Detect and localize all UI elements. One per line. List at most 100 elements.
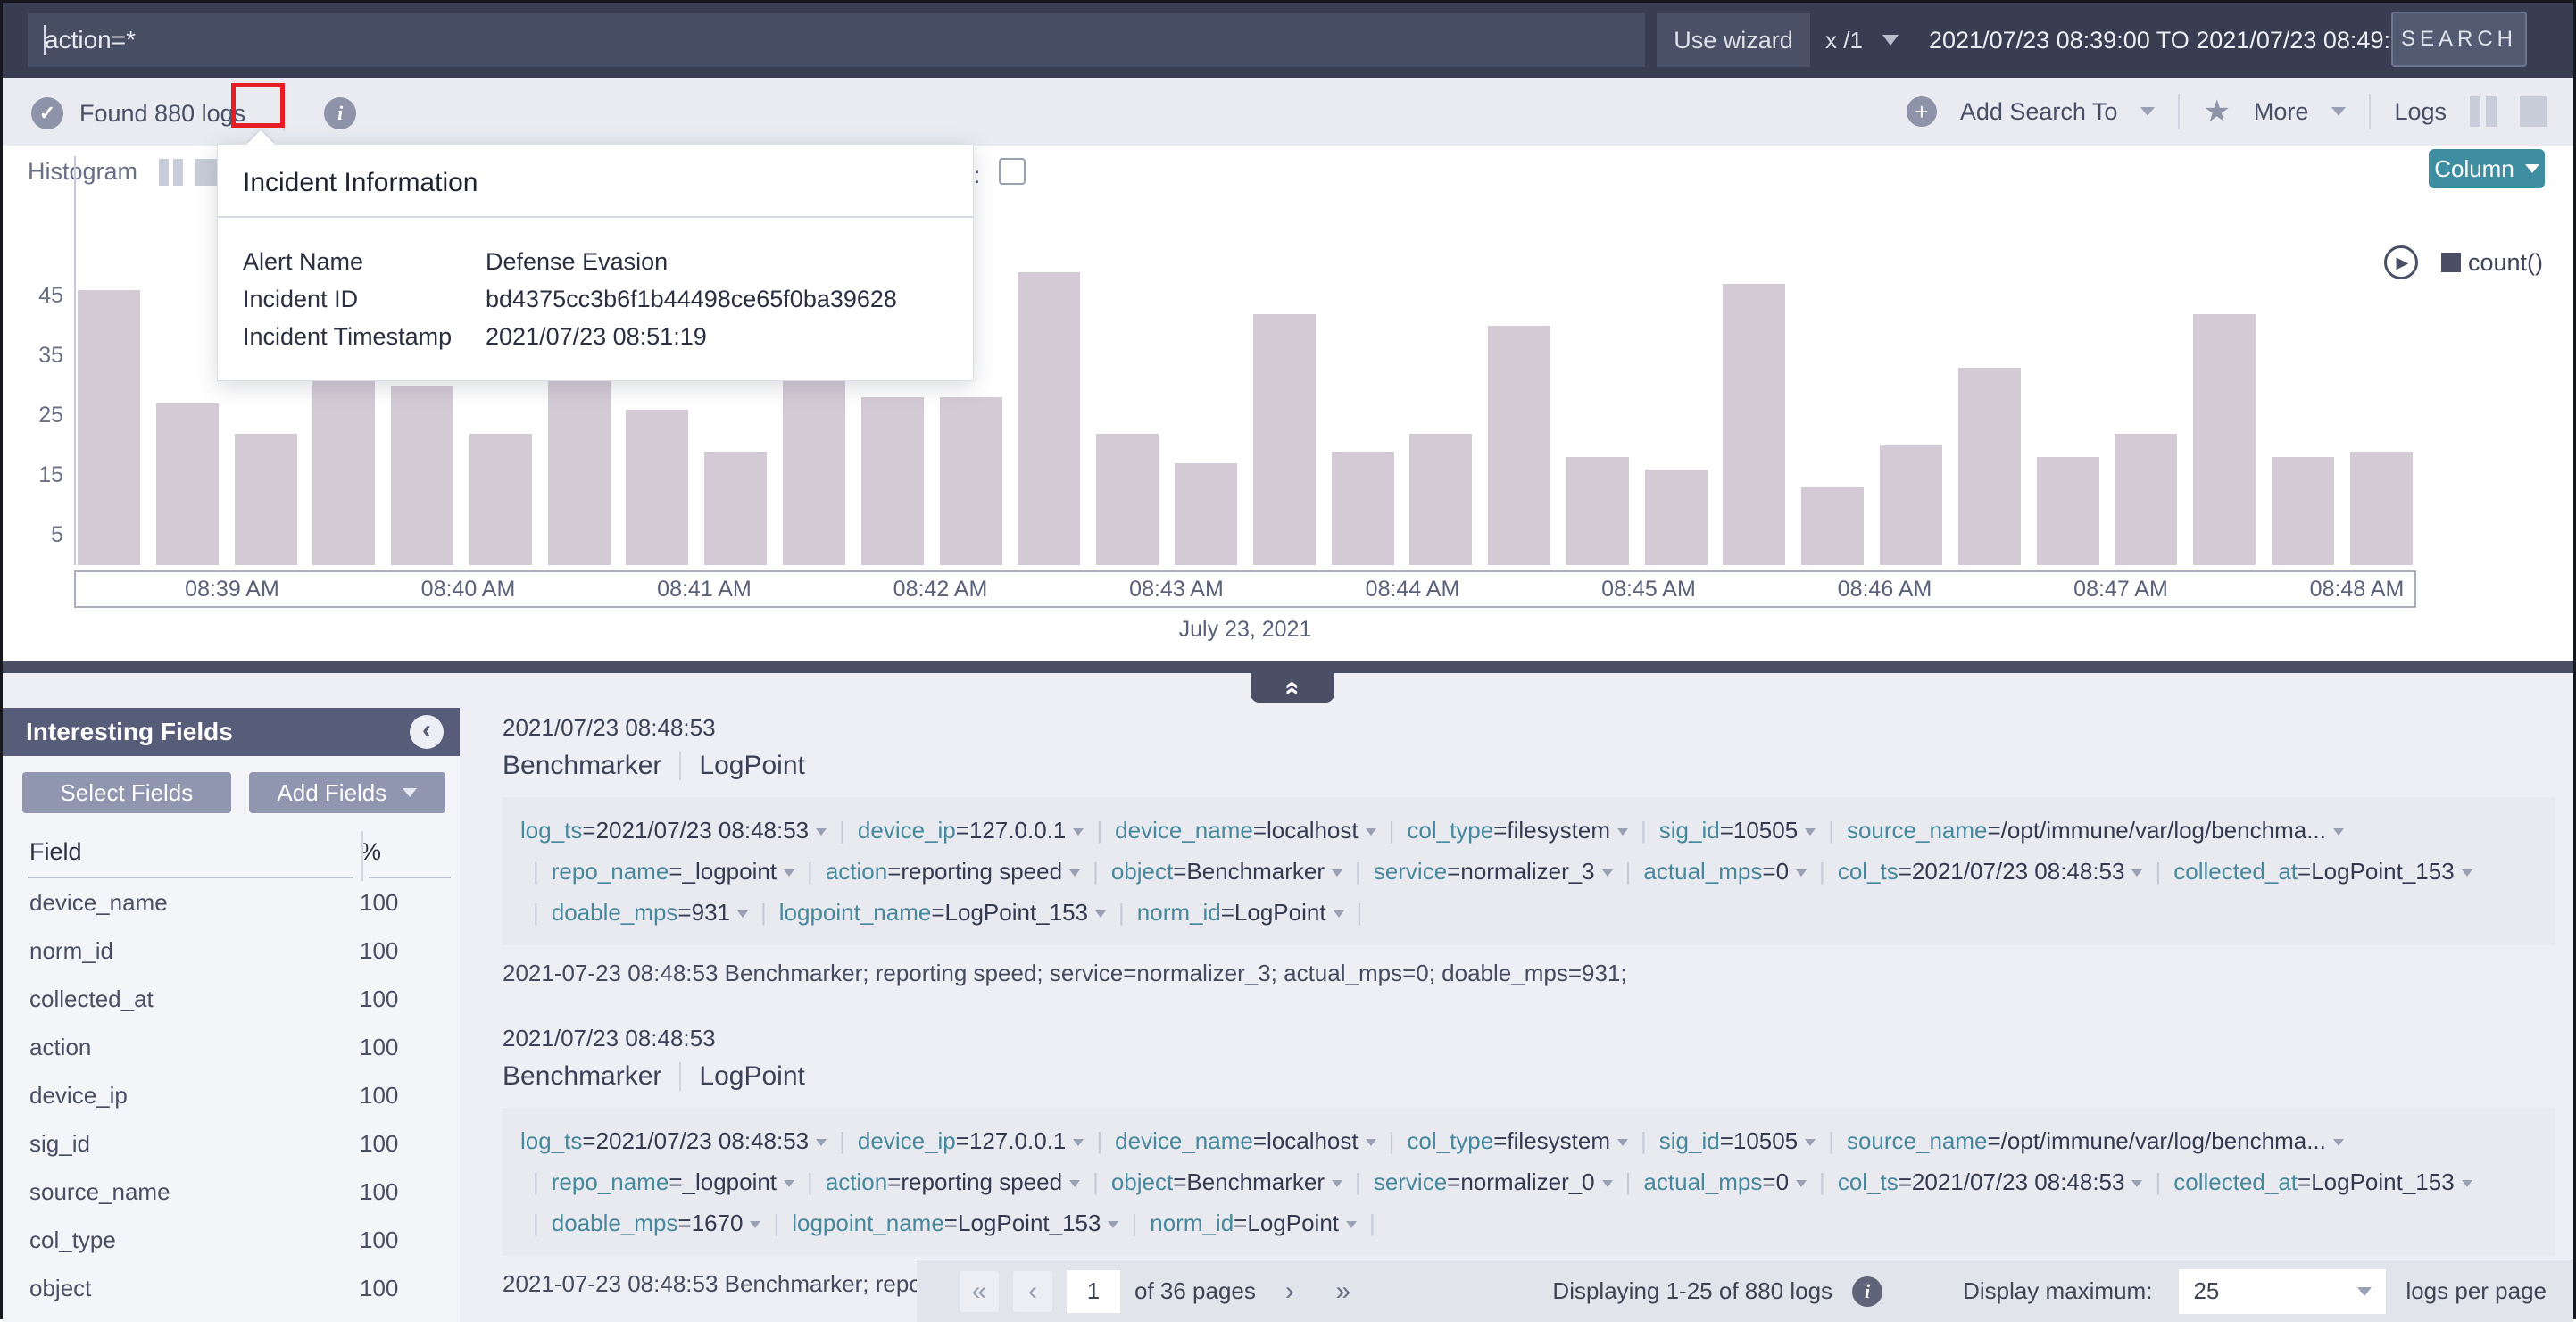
chevron-down-icon[interactable] [1069,869,1080,877]
use-wizard-button[interactable]: Use wizard [1657,13,1810,67]
field-pill[interactable]: repo_name=_logpoint [552,858,794,885]
histogram-bar[interactable] [2115,434,2177,565]
field-name[interactable]: source_name [29,1178,360,1206]
chevron-down-icon[interactable] [2131,869,2142,877]
field-row[interactable]: collected_at100 [3,975,460,1023]
field-name[interactable]: action [29,1034,360,1061]
histogram-bar[interactable] [156,403,219,565]
repeat-selector[interactable]: x /1 [1825,13,1899,67]
field-pill[interactable]: action=reporting speed [826,858,1080,885]
histogram-bar[interactable] [783,350,845,565]
histogram-bar[interactable] [1175,463,1237,565]
chevron-down-icon[interactable] [1366,828,1376,836]
field-pill[interactable]: device_ip=127.0.0.1 [858,1127,1084,1154]
search-button[interactable]: SEARCH [2391,12,2527,67]
field-name[interactable]: norm_id [29,937,360,965]
field-pill[interactable]: collected_at=LogPoint_153 [2173,1168,2472,1195]
histogram-bar[interactable] [1645,470,1708,565]
field-name[interactable]: col_type [29,1226,360,1254]
chevron-down-icon[interactable] [816,828,827,836]
field-pill[interactable]: service=normalizer_0 [1374,1168,1613,1195]
chevron-down-icon[interactable] [2333,1139,2344,1146]
chevron-down-icon[interactable] [750,1221,760,1228]
field-name[interactable]: sig_id [29,1130,360,1158]
field-pill[interactable]: sig_id=10505 [1659,817,1816,844]
info-icon[interactable]: i [1852,1276,1882,1307]
field-pill[interactable]: col_ts=2021/07/23 08:48:53 [1838,1168,2143,1195]
histogram-bar[interactable] [2193,314,2256,565]
histogram-bar[interactable] [2037,457,2099,565]
field-pill[interactable]: log_ts=2021/07/23 08:48:53 [520,817,827,844]
field-pill[interactable]: collected_at=LogPoint_153 [2173,858,2472,885]
histogram-bar[interactable] [1488,326,1550,565]
chevron-down-icon[interactable] [1332,869,1342,877]
field-row[interactable]: source_name100 [3,1168,460,1216]
field-row[interactable]: sig_id100 [3,1119,460,1168]
field-name[interactable]: device_ip [29,1082,360,1110]
histogram-bar[interactable] [1958,368,2021,565]
field-pill[interactable]: repo_name=_logpoint [552,1168,794,1195]
incident-info-icon[interactable]: i [324,97,356,129]
field-name[interactable]: collected_at [29,985,360,1013]
field-row[interactable]: object100 [3,1264,460,1312]
x-axis-brush-box[interactable]: 08:39 AM08:40 AM08:41 AM08:42 AM08:43 AM… [74,570,2416,608]
field-pill[interactable]: action=reporting speed [826,1168,1080,1195]
field-pill[interactable]: device_name=localhost [1115,1127,1375,1154]
chevron-down-icon[interactable] [1095,910,1106,918]
histogram-bar[interactable] [312,350,375,565]
histogram-bar[interactable] [1018,272,1080,565]
more-button[interactable]: More [2254,98,2309,126]
last-page-button[interactable]: » [1324,1271,1363,1312]
field-pill[interactable]: norm_id=LogPoint [1150,1210,1357,1236]
collapse-panel-icon[interactable]: ‹ [410,715,444,749]
field-row[interactable]: device_name100 [3,878,460,927]
histogram-bar[interactable] [1253,314,1316,565]
field-pill[interactable]: log_ts=2021/07/23 08:48:53 [520,1127,827,1154]
histogram-bar[interactable] [1801,487,1864,565]
field-pill[interactable]: doable_mps=1670 [552,1210,761,1236]
chevron-down-icon[interactable] [2462,1180,2472,1187]
chevron-down-icon[interactable] [784,1180,794,1187]
field-row[interactable]: norm_id100 [3,927,460,975]
field-pill[interactable]: col_ts=2021/07/23 08:48:53 [1838,858,2143,885]
histogram-bar[interactable] [1880,445,1942,565]
chevron-down-icon[interactable] [1069,1180,1080,1187]
histogram-bar[interactable] [1332,452,1394,565]
field-pill[interactable]: object=Benchmarker [1111,858,1342,885]
add-search-to-button[interactable]: Add Search To [1960,98,2118,126]
histogram-bar[interactable] [469,434,532,565]
field-pill[interactable]: source_name=/opt/immune/var/log/benchma.… [1847,817,2344,844]
field-pill[interactable]: norm_id=LogPoint [1137,899,1344,926]
display-maximum-select[interactable]: 25 [2179,1269,2386,1314]
time-range-selector[interactable]: 2021/07/23 08:39:00 TO 2021/07/23 08:49:… [1929,13,2451,67]
histogram-bar[interactable] [2350,452,2413,565]
chevron-down-icon[interactable] [2331,107,2346,116]
chevron-down-icon[interactable] [816,1139,827,1146]
field-pill[interactable]: actual_mps=0 [1643,858,1807,885]
field-pill[interactable]: device_ip=127.0.0.1 [858,817,1084,844]
histogram-bar[interactable] [861,397,924,565]
field-pill[interactable]: logpoint_name=LogPoint_153 [779,899,1106,926]
chevron-down-icon[interactable] [1805,1139,1816,1146]
section-divider-bar[interactable] [3,661,2573,673]
histogram-bar[interactable] [1409,434,1472,565]
next-page-button[interactable]: › [1270,1271,1309,1312]
field-pill[interactable]: device_name=localhost [1115,817,1375,844]
chevron-down-icon[interactable] [1073,1139,1084,1146]
histogram-bar[interactable] [391,386,453,565]
field-row[interactable]: col_type100 [3,1216,460,1264]
chevron-down-icon[interactable] [1796,1180,1807,1187]
chevron-down-icon[interactable] [2131,1180,2142,1187]
field-pill[interactable]: col_type=filesystem [1407,817,1628,844]
field-pill[interactable]: logpoint_name=LogPoint_153 [792,1210,1118,1236]
add-fields-button[interactable]: Add Fields [249,772,445,813]
search-query-input[interactable]: action=* [28,13,1645,67]
histogram-bar[interactable] [1566,457,1629,565]
chevron-down-icon[interactable] [1366,1139,1376,1146]
histogram-bar[interactable] [626,410,688,565]
chevron-down-icon[interactable] [1073,828,1084,836]
split-view-icon[interactable] [2470,96,2497,127]
chevron-down-icon[interactable] [784,869,794,877]
chevron-down-icon[interactable] [1805,828,1816,836]
histogram-bar[interactable] [235,434,297,565]
